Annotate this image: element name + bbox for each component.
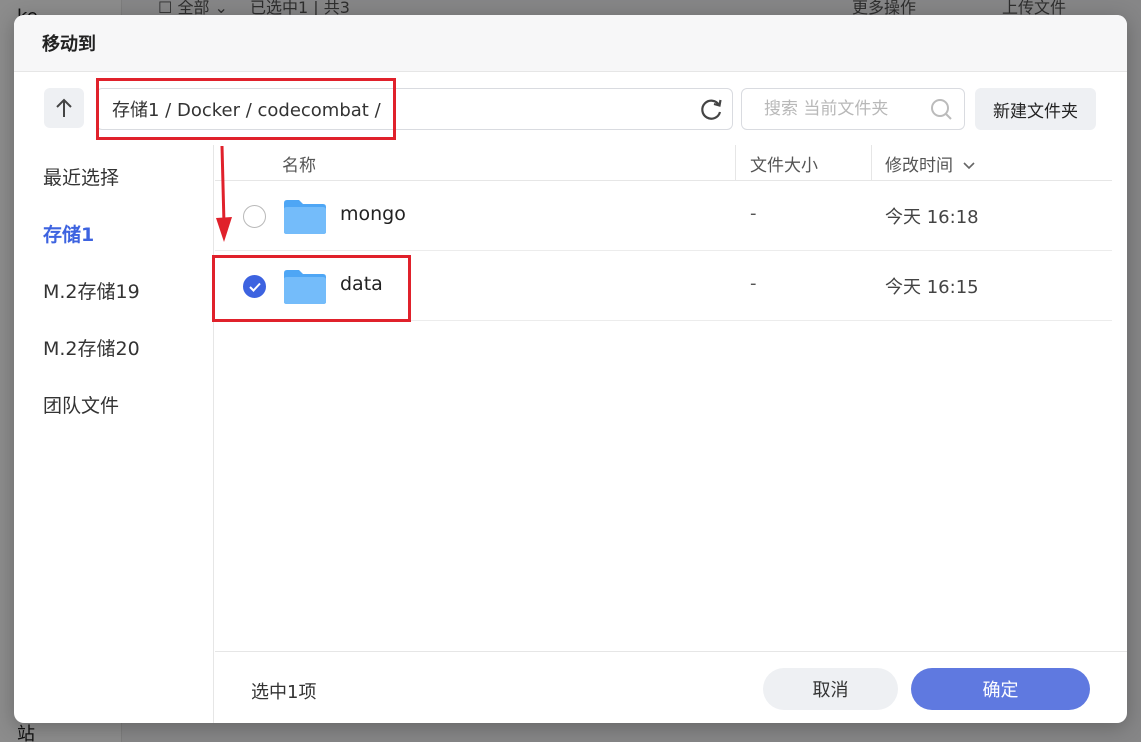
sidebar-item-recent[interactable]: 最近选择 bbox=[43, 163, 119, 190]
arrow-up-icon bbox=[56, 98, 72, 117]
dialog-title: 移动到 bbox=[42, 34, 96, 55]
sidebar-item-m2-storage19[interactable]: M.2存储19 bbox=[43, 277, 140, 304]
location-sidebar: 最近选择 存储1 M.2存储19 M.2存储20 团队文件 bbox=[14, 145, 214, 723]
column-modified-label: 修改时间 bbox=[885, 156, 953, 176]
search-icon[interactable] bbox=[930, 98, 954, 122]
folder-icon bbox=[284, 200, 326, 234]
annotation-box-data-row bbox=[212, 255, 411, 322]
search-input[interactable] bbox=[764, 99, 924, 119]
file-size: - bbox=[750, 203, 757, 224]
dialog-footer: 选中1项 取消 确定 bbox=[215, 651, 1127, 723]
list-header: 名称 文件大小 修改时间 bbox=[215, 145, 1112, 181]
column-name[interactable]: 名称 bbox=[282, 151, 316, 176]
file-modified: 今天 16:18 bbox=[885, 207, 979, 228]
search-box[interactable] bbox=[741, 88, 965, 130]
column-modified[interactable]: 修改时间 bbox=[885, 151, 976, 176]
select-radio[interactable] bbox=[243, 205, 266, 228]
new-folder-button[interactable]: 新建文件夹 bbox=[975, 88, 1096, 130]
confirm-button[interactable]: 确定 bbox=[911, 668, 1090, 710]
chevron-down-icon bbox=[963, 162, 975, 170]
sidebar-item-team-files[interactable]: 团队文件 bbox=[43, 391, 119, 418]
file-name: mongo bbox=[340, 203, 406, 225]
file-modified: 今天 16:15 bbox=[885, 277, 979, 298]
annotation-box-path bbox=[96, 78, 396, 140]
annotation-arrow-down bbox=[216, 146, 232, 242]
dialog-header: 移动到 bbox=[14, 15, 1127, 72]
column-divider bbox=[871, 145, 872, 181]
sidebar-item-m2-storage20[interactable]: M.2存储20 bbox=[43, 334, 140, 361]
sidebar-item-storage1[interactable]: 存储1 bbox=[43, 220, 94, 247]
refresh-icon[interactable] bbox=[698, 97, 724, 123]
column-divider bbox=[735, 145, 736, 181]
up-level-button[interactable] bbox=[44, 88, 84, 128]
file-row-mongo[interactable]: mongo - 今天 16:18 bbox=[215, 181, 1112, 251]
selection-count: 选中1项 bbox=[251, 682, 317, 703]
cancel-button[interactable]: 取消 bbox=[763, 668, 898, 710]
column-size[interactable]: 文件大小 bbox=[750, 151, 818, 176]
file-size: - bbox=[750, 273, 757, 294]
